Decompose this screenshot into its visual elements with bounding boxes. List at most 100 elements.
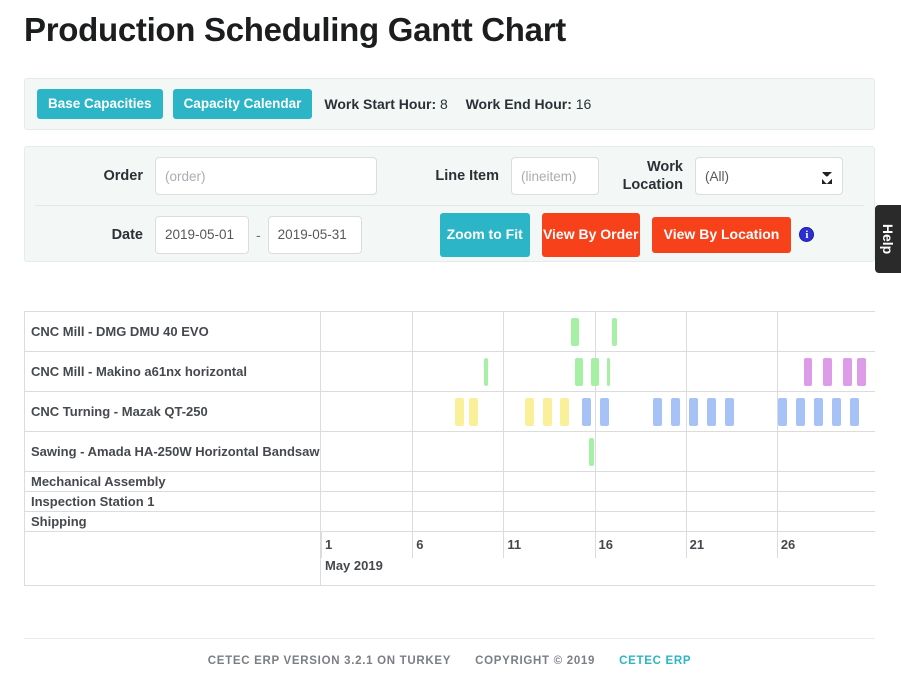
zoom-to-fit-button[interactable]: Zoom to Fit: [440, 213, 530, 257]
gantt-task-bar[interactable]: [571, 318, 579, 346]
work-location-select[interactable]: (All): [695, 157, 843, 195]
gantt-axis-tickline: [321, 532, 322, 558]
gantt-task-bar[interactable]: [525, 398, 534, 426]
filter-panel: Order Line Item Work Location (All) Date…: [24, 146, 875, 262]
gantt-task-bar[interactable]: [560, 398, 569, 426]
gantt-axis-tickline: [503, 532, 504, 558]
gantt-task-bar[interactable]: [689, 398, 698, 426]
gantt-axis-tick: 16: [595, 532, 613, 558]
filter-row-primary: Order Line Item Work Location (All): [35, 147, 864, 205]
gantt-task-bar[interactable]: [814, 398, 823, 426]
work-hours-text: Work Start Hour: 8 Work End Hour: 16: [324, 96, 591, 112]
footer-copyright: COPYRIGHT © 2019: [475, 655, 595, 667]
gantt-gridline: [503, 352, 504, 391]
gantt-gridline: [686, 492, 687, 511]
date-to-input[interactable]: [268, 216, 362, 254]
gantt-row-label: Shipping: [25, 512, 321, 531]
gantt-row-lane: [321, 432, 875, 471]
gantt-row: Shipping: [25, 512, 875, 532]
gantt-task-bar[interactable]: [804, 358, 813, 386]
help-tab[interactable]: Help: [875, 205, 901, 273]
gantt-task-bar[interactable]: [612, 318, 617, 346]
gantt-row: Sawing - Amada HA-250W Horizontal Bandsa…: [25, 432, 875, 472]
gantt-gridline: [595, 312, 596, 351]
gantt-task-bar[interactable]: [832, 398, 841, 426]
gantt-gridline: [686, 512, 687, 531]
base-capacities-button[interactable]: Base Capacities: [37, 89, 163, 119]
gantt-task-bar[interactable]: [575, 358, 583, 386]
gantt-gridline: [777, 492, 778, 511]
gantt-task-bar[interactable]: [823, 358, 832, 386]
gantt-axis-tick-label: 1: [325, 537, 332, 552]
info-icon[interactable]: i: [799, 227, 814, 242]
date-label: Date: [39, 227, 155, 243]
gantt-gridline: [595, 392, 596, 431]
gantt-task-bar[interactable]: [543, 398, 552, 426]
footer-version: CETEC ERP VERSION 3.2.1 ON TURKEY: [208, 655, 451, 667]
gantt-task-bar[interactable]: [607, 358, 611, 386]
gantt-axis-tick-label: 16: [599, 537, 613, 552]
gantt-row-lane: [321, 472, 875, 491]
gantt-task-bar[interactable]: [484, 358, 488, 386]
date-from-input[interactable]: [155, 216, 249, 254]
gantt-task-bar[interactable]: [653, 398, 662, 426]
gantt-gridline: [503, 432, 504, 471]
gantt-task-bar[interactable]: [582, 398, 591, 426]
page-title: Production Scheduling Gantt Chart: [0, 0, 901, 52]
work-end-hour-value: 16: [576, 96, 592, 112]
gantt-task-bar[interactable]: [796, 398, 805, 426]
gantt-axis-row: 1611162126May 2019: [25, 532, 875, 585]
gantt-gridline: [595, 472, 596, 491]
filter-row-secondary: Date - Zoom to Fit View By Order View By…: [35, 205, 864, 263]
gantt-task-bar[interactable]: [707, 398, 716, 426]
gantt-gridline: [412, 312, 413, 351]
footer: CETEC ERP VERSION 3.2.1 ON TURKEY COPYRI…: [24, 638, 875, 680]
gantt-gridline: [686, 392, 687, 431]
gantt-task-bar[interactable]: [850, 398, 859, 426]
gantt-gridline: [686, 352, 687, 391]
work-location-label: Work Location: [599, 158, 695, 194]
gantt-task-bar[interactable]: [469, 398, 478, 426]
lineitem-label: Line Item: [377, 168, 511, 184]
gantt-task-bar[interactable]: [455, 398, 464, 426]
view-by-location-button[interactable]: View By Location: [652, 217, 792, 253]
gantt-gridline: [595, 492, 596, 511]
gantt-task-bar[interactable]: [725, 398, 734, 426]
gantt-row-lane: [321, 312, 875, 351]
gantt-row: CNC Mill - DMG DMU 40 EVO: [25, 312, 875, 352]
order-input[interactable]: [155, 157, 377, 195]
gantt-task-bar[interactable]: [843, 358, 852, 386]
gantt-gridline: [412, 492, 413, 511]
app-page: Production Scheduling Gantt Chart Base C…: [0, 0, 901, 680]
gantt-axis-tick: 26: [777, 532, 795, 558]
work-end-hour-label: Work End Hour:: [466, 96, 572, 112]
lineitem-input[interactable]: [511, 157, 599, 195]
gantt-task-bar[interactable]: [778, 398, 787, 426]
gantt-axis-lane: 1611162126May 2019: [321, 532, 875, 585]
gantt-gridline: [412, 392, 413, 431]
gantt-task-bar[interactable]: [591, 358, 599, 386]
gantt-gridline: [503, 512, 504, 531]
gantt-gridline: [777, 472, 778, 491]
gantt-task-bar[interactable]: [671, 398, 680, 426]
gantt-gridline: [503, 392, 504, 431]
gantt-axis-tickline: [412, 532, 413, 558]
gantt-gridline: [777, 432, 778, 471]
gantt-axis-tickline: [686, 532, 687, 558]
gantt-row-label: CNC Turning - Mazak QT-250: [25, 392, 321, 431]
order-label: Order: [39, 168, 155, 184]
gantt-gridline: [595, 432, 596, 471]
gantt-task-bar[interactable]: [857, 358, 866, 386]
view-by-order-button[interactable]: View By Order: [542, 213, 640, 257]
gantt-axis-tick: 11: [503, 532, 521, 558]
gantt-row-label: CNC Mill - DMG DMU 40 EVO: [25, 312, 321, 351]
gantt-task-bar[interactable]: [589, 438, 593, 466]
gantt-gridline: [503, 472, 504, 491]
gantt-gridline: [503, 492, 504, 511]
gantt-row-label: Mechanical Assembly: [25, 472, 321, 491]
gantt-axis-tick: 21: [686, 532, 704, 558]
gantt-row-lane: [321, 512, 875, 531]
capacity-calendar-button[interactable]: Capacity Calendar: [173, 89, 313, 119]
footer-brand-link[interactable]: CETEC ERP: [619, 655, 691, 667]
gantt-task-bar[interactable]: [600, 398, 609, 426]
